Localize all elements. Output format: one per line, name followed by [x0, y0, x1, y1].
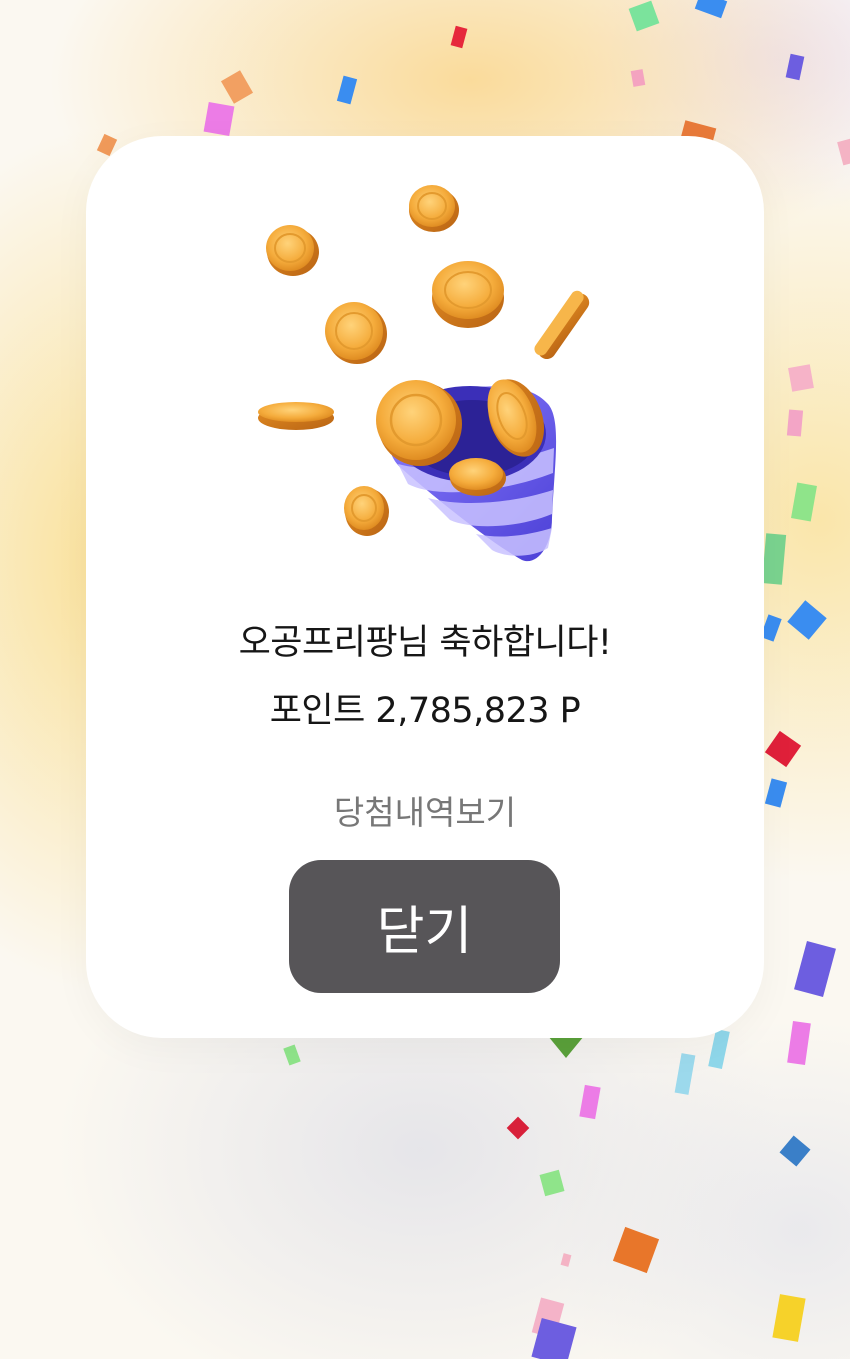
points-balance: 포인트 2,785,823 P [269, 691, 581, 731]
confetti-piece [794, 940, 836, 998]
confetti-piece [779, 1135, 811, 1167]
confetti-piece [674, 1053, 696, 1095]
confetti-piece [579, 1084, 601, 1120]
confetti-piece [450, 25, 468, 49]
confetti-piece [787, 600, 827, 640]
confetti-piece [761, 533, 787, 585]
confetti-piece [764, 778, 788, 808]
party-popper-with-coins-icon [258, 185, 590, 562]
confetti-piece [708, 1028, 730, 1070]
confetti-piece [630, 69, 646, 87]
confetti-piece [791, 482, 817, 522]
celebration-screen: 오공프리팡님 축하합니다! 포인트 2,785,823 P 당첨내역보기 닫기 [0, 0, 850, 1359]
confetti-piece [787, 1020, 811, 1066]
confetti-piece [694, 0, 728, 19]
confetti-piece [548, 1036, 584, 1058]
coin-icon [325, 302, 387, 364]
confetti-piece [539, 1169, 565, 1197]
confetti-piece [203, 101, 235, 137]
coin-icon [432, 261, 504, 328]
confetti-piece [628, 0, 660, 32]
confetti-piece [788, 364, 814, 392]
close-button[interactable]: 닫기 [289, 860, 560, 993]
confetti-piece [283, 1044, 301, 1066]
reward-dialog-card: 오공프리팡님 축하합니다! 포인트 2,785,823 P 당첨내역보기 닫기 [86, 136, 764, 1038]
coin-icon [344, 486, 389, 536]
confetti-piece [220, 70, 254, 104]
coin-icon [266, 225, 319, 276]
congratulations-message: 오공프리팡님 축하합니다! [238, 623, 612, 663]
confetti-piece [560, 1253, 572, 1267]
coin-icon [258, 402, 334, 430]
confetti-piece [764, 730, 802, 768]
coin-icon [534, 290, 590, 360]
confetti-piece [786, 409, 804, 437]
confetti-piece [506, 1116, 530, 1140]
confetti-piece [785, 53, 805, 81]
confetti-piece [772, 1294, 806, 1342]
confetti-piece [612, 1226, 660, 1274]
coin-icon [409, 185, 459, 232]
confetti-piece [336, 75, 358, 105]
confetti-piece [837, 138, 850, 166]
view-winning-history-link[interactable]: 당첨내역보기 [86, 786, 764, 834]
